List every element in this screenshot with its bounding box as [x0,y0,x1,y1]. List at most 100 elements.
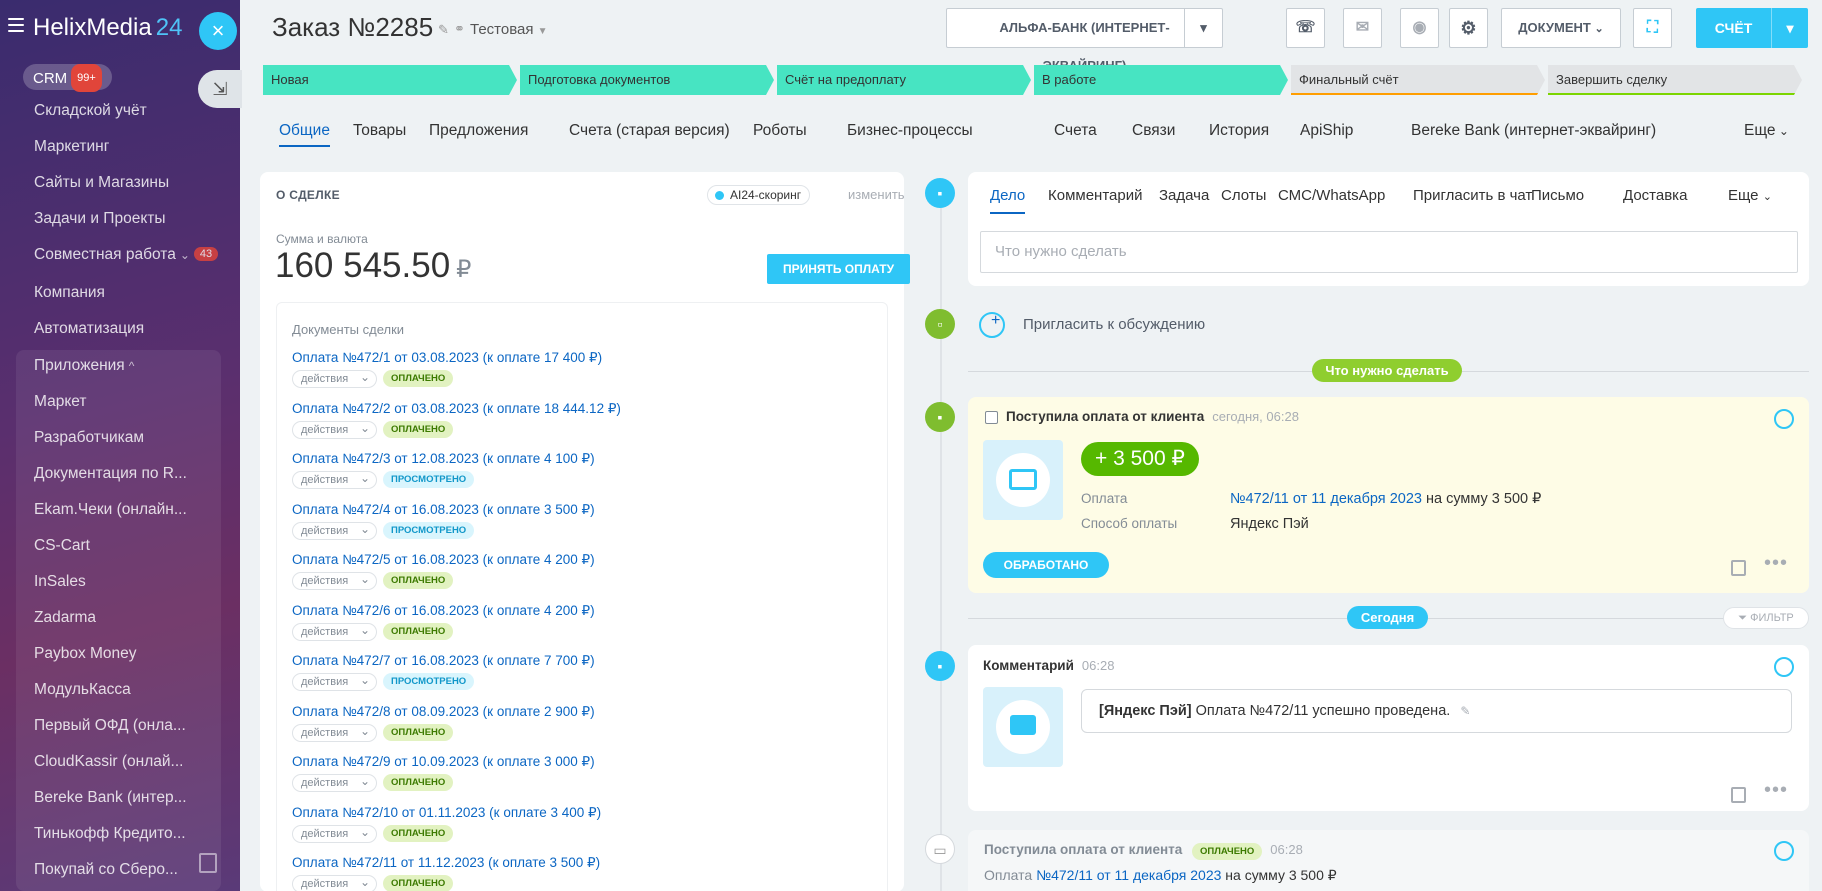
actions-dropdown[interactable]: действия [292,773,377,792]
sidebar-item-crm[interactable]: CRM 99+ [23,64,112,92]
link-icon[interactable]: ⚭ [454,21,465,37]
sidebar-app-item[interactable]: CS-Cart [34,537,90,561]
actions-dropdown[interactable]: действия [292,824,377,843]
filter-button[interactable]: ⏷ ФИЛЬТР [1723,607,1809,629]
editor-tab[interactable]: Дело [990,187,1026,214]
actions-dropdown[interactable]: действия [292,571,377,590]
gear-icon[interactable]: ⚙ [1449,8,1488,48]
done-checkbox[interactable] [985,411,998,424]
processed-button[interactable]: ОБРАБОТАНО [983,552,1109,578]
payment-link[interactable]: Оплата №472/11 от 11.12.2023 (к оплате 3… [292,855,600,871]
note-icon[interactable] [1731,787,1746,803]
tab[interactable]: Бизнес-процессы [847,122,973,140]
ai-scoring-chip[interactable]: AI24-скоринг [707,185,811,205]
editor-more-tab[interactable]: Еще ⌄ [1728,187,1772,204]
payment-link[interactable]: Оплата №472/2 от 03.08.2023 (к оплате 18… [292,401,621,417]
sidebar-item[interactable]: Компания [34,284,105,308]
more-icon[interactable]: ••• [1764,552,1788,575]
sidebar-item[interactable]: Задачи и Проекты [34,210,166,234]
payment-link[interactable]: Оплата №472/1 от 03.08.2023 (к оплате 17… [292,350,602,366]
actions-dropdown[interactable]: действия [292,521,377,540]
sidebar-item[interactable]: Маркетинг [34,138,109,162]
payment-link[interactable]: Оплата №472/5 от 16.08.2023 (к оплате 4 … [292,552,595,568]
stage-item[interactable]: Завершить сделку [1548,65,1802,95]
editor-tab[interactable]: Комментарий [1048,187,1142,204]
tabs-more[interactable]: Еще ⌄ [1744,122,1789,140]
payment-link[interactable]: Оплата №472/7 от 16.08.2023 (к оплате 7 … [292,653,595,669]
history-payment-link[interactable]: №472/11 от 11 декабря 2023 [1036,867,1221,883]
stage-item[interactable]: Подготовка документов [520,65,774,95]
sidebar-app-item[interactable]: МодульКасса [34,681,131,705]
stage-item[interactable]: Счёт на предоплату [777,65,1031,95]
document-button[interactable]: ДОКУМЕНТ ⌄ [1501,8,1621,48]
change-link[interactable]: изменить [848,187,905,202]
editor-tab[interactable]: Задача [1159,187,1209,204]
sidebar-app-item[interactable]: Первый ОФД (онла... [34,717,186,741]
editor-tab[interactable]: Доставка [1623,187,1687,204]
tab[interactable]: Bereke Bank (интернет-эквайринг) [1411,122,1656,140]
tab[interactable]: Счета (старая версия) [569,122,730,140]
editor-tab[interactable]: Пригласить в чат [1413,187,1532,204]
sidebar-app-item[interactable]: Маркет [34,393,87,417]
payment-link[interactable]: Оплата №472/10 от 01.11.2023 (к оплате 3… [292,805,601,821]
payment-link[interactable]: Оплата №472/6 от 16.08.2023 (к оплате 4 … [292,603,595,619]
actions-dropdown[interactable]: действия [292,622,377,641]
phone-icon[interactable]: ☏ [1286,8,1325,48]
chat-icon[interactable]: ◉ [1400,8,1439,48]
sidebar-app-item[interactable]: Разработчикам [34,429,144,453]
tab[interactable]: ApiShip [1300,122,1353,140]
sidebar-apps-toggle[interactable]: Приложения ^ [34,357,134,381]
sidebar-app-item[interactable]: Покупай со Сберо... [34,861,178,885]
sidebar-item[interactable]: Автоматизация [34,320,144,344]
chevron-down-icon[interactable]: ▾ [1184,9,1222,47]
editor-tab[interactable]: СМС/WhatsApp [1278,187,1385,204]
pencil-icon[interactable]: ✎ [438,22,449,38]
more-icon[interactable]: ••• [1764,779,1788,802]
actions-dropdown[interactable]: действия [292,723,377,742]
payment-link[interactable]: №472/11 от 11 декабря 2023 [1230,491,1422,507]
sidebar-app-item[interactable]: InSales [34,573,86,597]
tab[interactable]: Товары [353,122,406,140]
sidebar-item[interactable]: Совместная работа ⌄ 43 [34,246,219,270]
stage-item[interactable]: Новая [263,65,517,95]
todo-input[interactable]: Что нужно сделать [980,231,1798,273]
chevron-down-icon[interactable]: ▾ [1771,8,1808,48]
sidebar-app-item[interactable]: Zadarma [34,609,96,633]
fullscreen-icon[interactable]: ⛶ [1633,8,1672,48]
actions-dropdown[interactable]: действия [292,420,377,439]
tab[interactable]: Общие [279,122,330,147]
pencil-icon[interactable]: ✎ [1460,704,1470,718]
mail-icon[interactable]: ✉ [1343,8,1382,48]
payment-link[interactable]: Оплата №472/8 от 08.09.2023 (к оплате 2 … [292,704,595,720]
logo[interactable]: HelixMedia 24 [33,14,182,42]
sidebar-app-item[interactable]: Paybox Money [34,645,137,669]
invoice-button[interactable]: СЧЁТ ▾ [1696,8,1808,48]
tab[interactable]: Роботы [753,122,807,140]
note-icon[interactable] [1731,560,1746,576]
tab[interactable]: Предложения [429,122,528,140]
stage-item[interactable]: Финальный счёт [1291,65,1545,95]
editor-tab[interactable]: Письмо [1531,187,1584,204]
sidebar-item[interactable]: Сайты и Магазины [34,174,169,198]
payment-link[interactable]: Оплата №472/9 от 10.09.2023 (к оплате 3 … [292,754,595,770]
stage-item[interactable]: В работе [1034,65,1288,95]
sidebar-app-item[interactable]: Ekam.Чеки (онлайн... [34,501,187,525]
collapse-panel-icon[interactable]: ⇲ [198,70,242,108]
editor-tab[interactable]: Слоты [1221,187,1266,204]
payment-link[interactable]: Оплата №472/3 от 12.08.2023 (к оплате 4 … [292,451,595,467]
tab[interactable]: Связи [1132,122,1175,140]
payment-link[interactable]: Оплата №472/4 от 16.08.2023 (к оплате 3 … [292,502,595,518]
actions-dropdown[interactable]: действия [292,470,377,489]
sidebar-item[interactable]: Складской учёт [34,102,147,126]
category-select[interactable]: Тестовая ▼ [470,21,548,38]
tab[interactable]: История [1209,122,1269,140]
tab[interactable]: Счета [1054,122,1097,140]
actions-dropdown[interactable]: действия [292,369,377,388]
trash-icon[interactable] [199,853,217,873]
close-icon[interactable]: × [199,12,237,50]
menu-icon[interactable] [8,18,24,32]
sidebar-app-item[interactable]: Документация по R... [34,465,187,489]
sidebar-app-item[interactable]: CloudKassir (онлай... [34,753,183,777]
invite-discussion[interactable]: Пригласить к обсуждению [968,305,1809,345]
sidebar-app-item[interactable]: Bereke Bank (интер... [34,789,187,813]
